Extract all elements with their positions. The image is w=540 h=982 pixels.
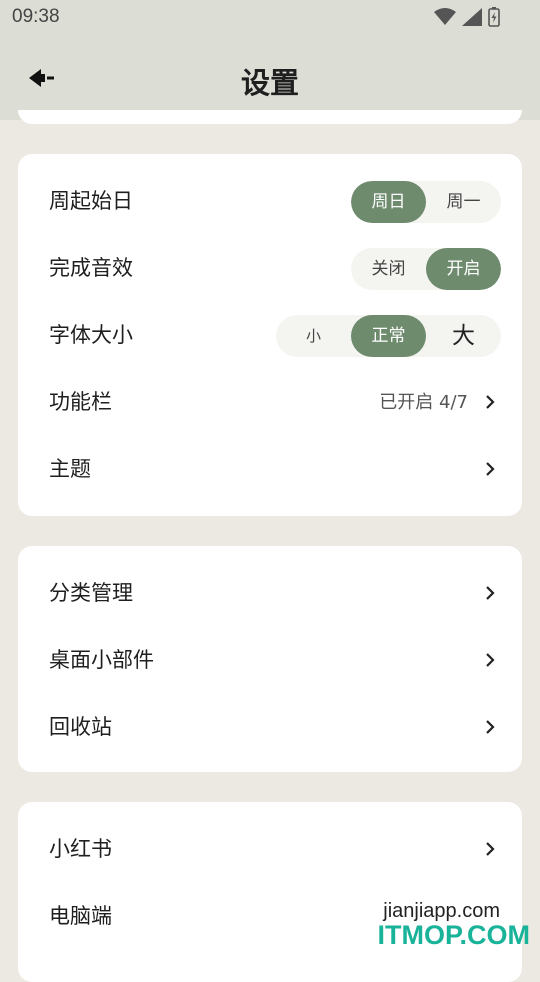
- row-xiaohongshu[interactable]: 小红书: [18, 816, 522, 883]
- settings-card-external: 小红书 电脑端: [18, 802, 522, 982]
- sound-option-on[interactable]: 开启: [426, 248, 501, 290]
- sound-option-off[interactable]: 关闭: [351, 248, 426, 290]
- sound-label: 完成音效: [49, 256, 133, 280]
- settings-card-manage: 分类管理 桌面小部件 回收站: [18, 546, 522, 772]
- chevron-right-icon: [486, 462, 495, 476]
- week-start-option-monday[interactable]: 周一: [426, 181, 501, 223]
- chevron-right-icon: [486, 842, 495, 856]
- row-widget[interactable]: 桌面小部件: [18, 627, 522, 694]
- battery-icon: [488, 7, 500, 27]
- week-start-option-sunday[interactable]: 周日: [351, 181, 426, 223]
- chevron-right-icon: [486, 720, 495, 734]
- font-size-segmented: 小 正常 大: [276, 315, 501, 357]
- xiaohongshu-label: 小红书: [49, 837, 112, 861]
- font-size-label: 字体大小: [49, 323, 133, 347]
- chevron-right-icon: [486, 395, 495, 409]
- row-sound: 完成音效 关闭 开启: [18, 235, 522, 302]
- wifi-icon: [434, 8, 456, 25]
- font-size-option-large[interactable]: 大: [426, 315, 501, 357]
- row-category[interactable]: 分类管理: [18, 560, 522, 627]
- row-recycle[interactable]: 回收站: [18, 694, 522, 761]
- settings-card-general: 周起始日 周日 周一 完成音效 关闭 开启 字体大小 小 正常 大 功能栏 已开…: [18, 154, 522, 516]
- status-bar: 09:38: [0, 0, 540, 36]
- watermark-brand: ITMOP.COM: [377, 920, 530, 950]
- row-font-size: 字体大小 小 正常 大: [18, 302, 522, 369]
- toolbar-value: 已开启 4/7: [379, 392, 468, 413]
- widget-label: 桌面小部件: [49, 648, 154, 672]
- font-size-option-small[interactable]: 小: [276, 315, 351, 357]
- chevron-right-icon: [486, 653, 495, 667]
- recycle-label: 回收站: [49, 715, 112, 739]
- category-label: 分类管理: [49, 581, 133, 605]
- sound-segmented: 关闭 开启: [351, 248, 501, 290]
- page-title: 设置: [240, 66, 299, 100]
- theme-label: 主题: [49, 457, 91, 481]
- toolbar-label: 功能栏: [49, 390, 112, 414]
- app-bar: 设置: [0, 36, 540, 120]
- desktop-label: 电脑端: [49, 904, 112, 928]
- row-theme[interactable]: 主题: [18, 436, 522, 503]
- row-week-start: 周起始日 周日 周一: [18, 168, 522, 235]
- chevron-right-icon: [486, 586, 495, 600]
- font-size-option-normal[interactable]: 正常: [351, 315, 426, 357]
- row-toolbar[interactable]: 功能栏 已开启 4/7: [18, 369, 522, 436]
- week-start-segmented: 周日 周一: [351, 181, 501, 223]
- status-time: 09:38: [12, 6, 60, 27]
- status-icons: [434, 7, 500, 27]
- signal-icon: [462, 8, 482, 26]
- previous-card-edge: [18, 110, 522, 124]
- week-start-label: 周起始日: [49, 189, 133, 213]
